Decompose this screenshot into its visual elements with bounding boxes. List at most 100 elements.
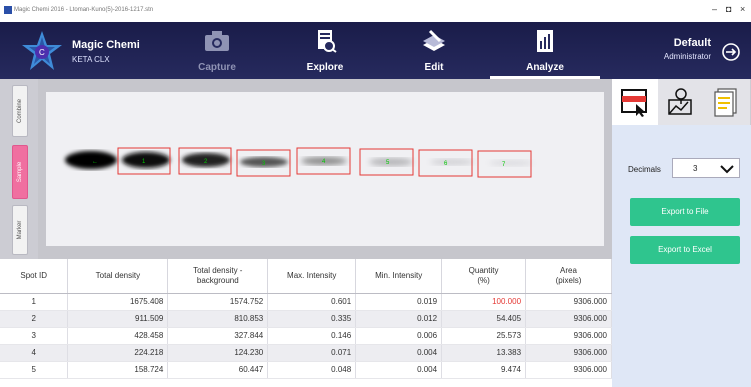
table-cell: 0.146 [267, 327, 357, 345]
spot-select-icon [621, 89, 647, 117]
side-tab-marker[interactable]: Marker [12, 205, 28, 255]
explore-icon [318, 30, 337, 53]
column-header[interactable]: Max. Intensity [267, 259, 357, 294]
tool-tab-select[interactable] [612, 79, 658, 125]
tool-tab-report[interactable] [704, 79, 750, 125]
close-button[interactable]: × [740, 4, 745, 14]
column-header[interactable]: Total density - background [167, 259, 269, 294]
side-tab-marker-label: Marker [17, 220, 23, 240]
column-header[interactable]: Spot ID [0, 259, 69, 294]
table-cell: 0.012 [355, 310, 443, 328]
table-cell: 13.383 [441, 344, 527, 362]
table-cell: 158.724 [67, 361, 169, 379]
decimals-value: 3 [693, 164, 698, 173]
table-row[interactable]: 3 428.458 327.844 0.146 0.006 25.573 930… [0, 327, 612, 345]
tab-capture[interactable]: Capture [162, 22, 272, 79]
spot-marker-reference: ← [92, 159, 98, 165]
table-cell: 0.004 [355, 361, 443, 379]
tab-edit[interactable]: Edit [379, 22, 489, 79]
maximize-button[interactable]: ◘ [726, 4, 731, 14]
app-subtitle: KETA CLX [72, 55, 110, 64]
table-cell: 9.474 [441, 361, 527, 379]
tab-explore[interactable]: Explore [270, 22, 380, 79]
table-cell: 428.458 [67, 327, 169, 345]
side-tab-strip: Combine Sample Marker [0, 79, 38, 259]
table-cell: 124.230 [167, 344, 269, 362]
gel-image[interactable]: ← 1 2 3 4 5 6 7 [46, 92, 604, 246]
table-cell: 9306.000 [525, 327, 612, 345]
table-cell: 0.048 [267, 361, 357, 379]
tab-analyze[interactable]: Analyze [490, 22, 600, 79]
side-tab-sample-label: Sample [17, 161, 23, 183]
table-cell: 0.335 [267, 310, 357, 328]
app-small-icon [4, 6, 12, 14]
tab-edit-label: Edit [424, 62, 444, 73]
table-cell: 3 [0, 327, 69, 345]
analyze-icon [537, 30, 553, 52]
table-cell: 0.006 [355, 327, 443, 345]
camera-icon [205, 31, 229, 51]
table-row[interactable]: 5 158.724 60.447 0.048 0.004 9.474 9306.… [0, 361, 612, 379]
minimize-button[interactable]: – [712, 4, 717, 14]
app-name: Magic Chemi [72, 39, 140, 51]
table-cell: 4 [0, 344, 69, 362]
side-tab-combine[interactable]: Combine [12, 85, 28, 137]
export-settings: Decimals 3 Export to File Export to Exce… [612, 125, 751, 387]
table-cell: 0.019 [355, 293, 443, 311]
column-header[interactable]: Quantity (%) [441, 259, 527, 294]
app-logo: C [22, 31, 62, 70]
side-tab-sample[interactable]: Sample [12, 145, 28, 199]
table-cell: 5 [0, 361, 69, 379]
column-header[interactable]: Min. Intensity [355, 259, 443, 294]
table-cell: 9306.000 [525, 344, 612, 362]
user-role: Administrator [663, 52, 711, 61]
tab-capture-label: Capture [198, 62, 236, 73]
table-row[interactable]: 4 224.218 124.230 0.071 0.004 13.383 930… [0, 344, 612, 362]
tab-explore-label: Explore [306, 62, 344, 73]
table-cell: 810.853 [167, 310, 269, 328]
edit-icon [423, 29, 445, 51]
logout-icon[interactable] [721, 42, 741, 62]
table-cell: 0.004 [355, 344, 443, 362]
table-cell: 25.573 [441, 327, 527, 345]
decimals-select[interactable]: 3 [672, 158, 740, 178]
table-cell: 9306.000 [525, 293, 612, 311]
table-cell: 224.218 [67, 344, 169, 362]
table-cell: 54.405 [441, 310, 527, 328]
table-cell: 1574.752 [167, 293, 269, 311]
chevron-down-icon [720, 165, 734, 174]
table-cell: 9306.000 [525, 310, 612, 328]
app-header: C Magic Chemi KETA CLX Capture Explore E… [0, 22, 751, 79]
table-cell: 1675.408 [67, 293, 169, 311]
table-cell: 0.071 [267, 344, 357, 362]
tool-tab-edit-shape[interactable] [658, 79, 704, 125]
spot-table: Spot ID Total density Total density - ba… [0, 259, 612, 387]
table-cell: 2 [0, 310, 69, 328]
shape-edit-icon [668, 88, 692, 115]
table-cell: 911.509 [67, 310, 169, 328]
table-cell: 0.601 [267, 293, 357, 311]
user-info: Default Administrator [664, 37, 711, 61]
side-tab-combine-label: Combine [17, 98, 23, 124]
table-header-row: Spot ID Total density Total density - ba… [0, 259, 612, 294]
svg-text:C: C [39, 48, 45, 57]
user-name: Default [673, 37, 711, 49]
gel-image-panel: ← 1 2 3 4 5 6 7 [38, 79, 612, 259]
table-row[interactable]: 1 1675.408 1574.752 0.601 0.019 100.000 … [0, 293, 612, 311]
table-cell: 327.844 [167, 327, 269, 345]
table-cell: 1 [0, 293, 69, 311]
table-cell: 60.447 [167, 361, 269, 379]
window-title: Magic Chemi 2016 - Ltoman-Kuno(5)-2016-1… [14, 7, 154, 13]
export-to-file-button[interactable]: Export to File [630, 198, 740, 226]
tab-analyze-label: Analyze [526, 62, 564, 73]
column-header[interactable]: Total density [67, 259, 169, 294]
right-panel: Decimals 3 Export to File Export to Exce… [612, 79, 751, 387]
decimals-label: Decimals [628, 165, 661, 174]
window-titlebar: Magic Chemi 2016 - Ltoman-Kuno(5)-2016-1… [0, 0, 751, 22]
table-row[interactable]: 2 911.509 810.853 0.335 0.012 54.405 930… [0, 310, 612, 328]
report-document-icon [714, 88, 737, 117]
table-cell: 100.000 [441, 293, 527, 311]
table-cell: 9306.000 [525, 361, 612, 379]
export-to-excel-button[interactable]: Export to Excel [630, 236, 740, 264]
column-header[interactable]: Area (pixels) [525, 259, 612, 294]
